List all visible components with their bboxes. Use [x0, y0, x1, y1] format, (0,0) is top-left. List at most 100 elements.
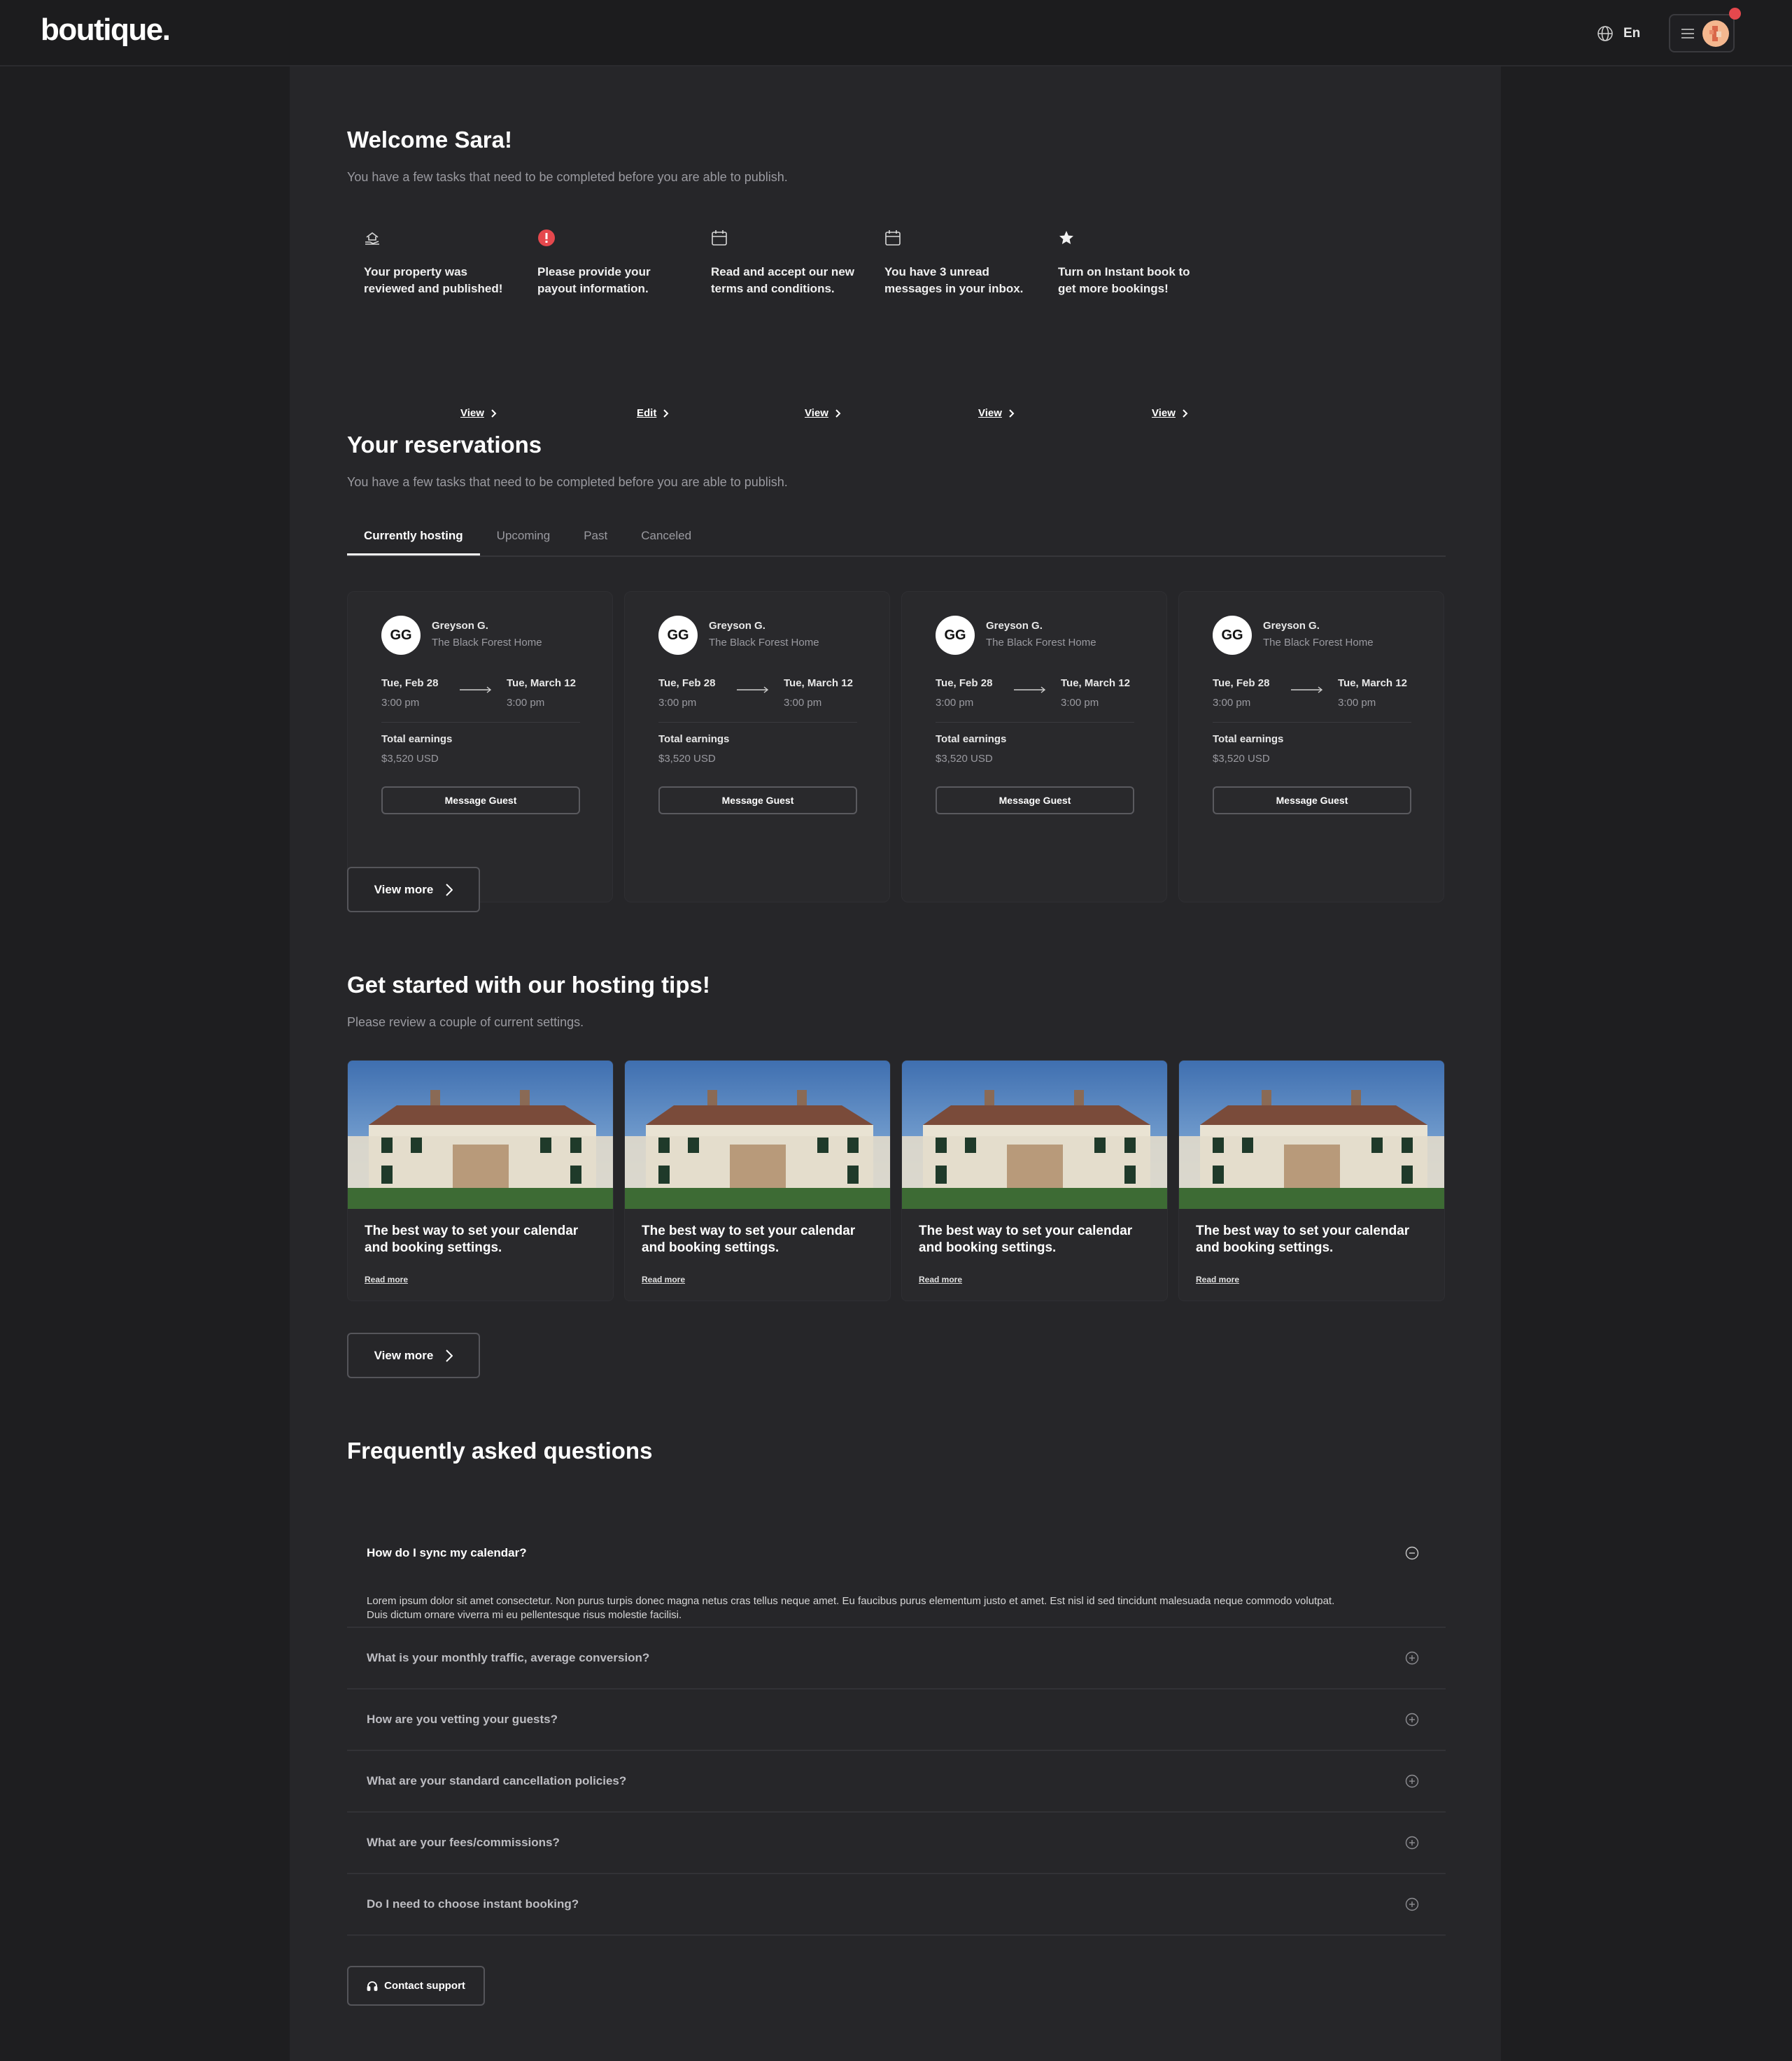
- house-photo: [625, 1061, 890, 1209]
- faq-question[interactable]: Do I need to choose instant booking?: [367, 1897, 579, 1911]
- faq-answer: Lorem ipsum dolor sit amet consectetur. …: [367, 1595, 1335, 1621]
- checkout-time: 3:00 pm: [1338, 697, 1376, 709]
- task-edit-link[interactable]: Edit: [637, 407, 669, 419]
- faq-item[interactable]: What are your standard cancellation poli…: [347, 1751, 1446, 1813]
- earnings-value: $3,520 USD: [381, 753, 439, 765]
- plus-circle-icon[interactable]: [1405, 1713, 1419, 1727]
- welcome-title: Welcome Sara!: [347, 127, 512, 153]
- plus-circle-icon[interactable]: [1405, 1774, 1419, 1788]
- faq-question[interactable]: How do I sync my calendar?: [367, 1546, 527, 1560]
- checkout-date: Tue, March 12: [1061, 677, 1130, 689]
- language-label: En: [1623, 26, 1641, 41]
- calendar-icon: [885, 230, 901, 246]
- contact-support-button[interactable]: Contact support: [347, 1966, 485, 2006]
- checkin-date: Tue, Feb 28: [936, 677, 993, 689]
- checkout-time: 3:00 pm: [507, 697, 545, 709]
- plus-circle-icon[interactable]: [1405, 1897, 1419, 1911]
- checkout-date: Tue, March 12: [507, 677, 576, 689]
- checkin-date: Tue, Feb 28: [1213, 677, 1270, 689]
- faq-question[interactable]: What is your monthly traffic, average co…: [367, 1651, 649, 1665]
- tab-past[interactable]: Past: [567, 518, 624, 555]
- account-menu-button[interactable]: [1669, 14, 1735, 52]
- earnings-label: Total earnings: [658, 733, 730, 745]
- guest-avatar: GG: [1213, 616, 1252, 655]
- earnings-label: Total earnings: [381, 733, 453, 745]
- faq-question[interactable]: What are your standard cancellation poli…: [367, 1774, 626, 1788]
- earnings-value: $3,520 USD: [658, 753, 716, 765]
- earnings-value: $3,520 USD: [936, 753, 993, 765]
- tips-title: Get started with our hosting tips!: [347, 972, 710, 998]
- tab-currently-hosting[interactable]: Currently hosting: [347, 518, 480, 555]
- checkout-time: 3:00 pm: [784, 697, 822, 709]
- tip-card[interactable]: The best way to set your calendar and bo…: [624, 1060, 891, 1301]
- property-name: The Black Forest Home: [432, 637, 542, 649]
- read-more-link[interactable]: Read more: [919, 1275, 962, 1284]
- logo[interactable]: boutique.: [41, 13, 171, 48]
- arrow-right-icon: [737, 686, 769, 693]
- plus-circle-icon[interactable]: [1405, 1651, 1419, 1665]
- tip-card[interactable]: The best way to set your calendar and bo…: [901, 1060, 1168, 1301]
- faq-title: Frequently asked questions: [347, 1438, 653, 1464]
- divider: [1213, 722, 1411, 723]
- hand-house-icon: [365, 232, 379, 245]
- checkin-date: Tue, Feb 28: [381, 677, 439, 689]
- headset-icon: [367, 1981, 378, 1991]
- task-view-link[interactable]: View: [805, 407, 841, 419]
- task-view-link[interactable]: View: [460, 407, 497, 419]
- chevron-right-icon: [446, 883, 453, 896]
- star-icon: [1059, 231, 1073, 244]
- property-name: The Black Forest Home: [1263, 637, 1374, 649]
- task-card: Your property was reviewed and published…: [347, 227, 508, 419]
- arrow-right-icon: [1291, 686, 1323, 693]
- faq-item[interactable]: What are your fees/commissions?: [347, 1813, 1446, 1874]
- faq-item[interactable]: Do I need to choose instant booking?: [347, 1874, 1446, 1936]
- hamburger-icon: [1681, 28, 1694, 38]
- message-guest-button[interactable]: Message Guest: [381, 786, 580, 814]
- task-view-link[interactable]: View: [978, 407, 1015, 419]
- earnings-label: Total earnings: [936, 733, 1007, 745]
- chevron-right-icon: [1009, 409, 1015, 418]
- guest-name: Greyson G.: [1263, 620, 1320, 632]
- message-guest-button[interactable]: Message Guest: [1213, 786, 1411, 814]
- checkin-date: Tue, Feb 28: [658, 677, 716, 689]
- chevron-right-icon: [835, 409, 841, 418]
- minus-circle-icon[interactable]: [1405, 1546, 1419, 1560]
- reservation-card: GG Greyson G. The Black Forest Home Tue,…: [347, 591, 613, 902]
- main-panel: Welcome Sara! You have a few tasks that …: [290, 66, 1501, 2061]
- faq-question[interactable]: How are you vetting your guests?: [367, 1713, 558, 1727]
- house-photo: [1179, 1061, 1444, 1209]
- tab-upcoming[interactable]: Upcoming: [480, 518, 567, 555]
- tips-view-more-button[interactable]: View more: [347, 1333, 480, 1378]
- tip-card[interactable]: The best way to set your calendar and bo…: [1178, 1060, 1445, 1301]
- arrow-right-icon: [1014, 686, 1046, 693]
- plus-circle-icon[interactable]: [1405, 1836, 1419, 1850]
- reservations-subtitle: You have a few tasks that need to be com…: [347, 475, 788, 489]
- reservations-view-more-button[interactable]: View more: [347, 867, 480, 912]
- tips-subtitle: Please review a couple of current settin…: [347, 1015, 584, 1029]
- faq-item[interactable]: What is your monthly traffic, average co…: [347, 1628, 1446, 1690]
- tab-canceled[interactable]: Canceled: [624, 518, 708, 555]
- task-card: Turn on Instant book to get more booking…: [1041, 227, 1202, 419]
- checkout-date: Tue, March 12: [784, 677, 853, 689]
- tip-card[interactable]: The best way to set your calendar and bo…: [347, 1060, 614, 1301]
- checkout-time: 3:00 pm: [1061, 697, 1099, 709]
- property-name: The Black Forest Home: [709, 637, 819, 649]
- top-navigation: boutique. En: [0, 0, 1792, 66]
- reservations-title: Your reservations: [347, 432, 542, 458]
- reservation-card: GG Greyson G. The Black Forest Home Tue,…: [624, 591, 890, 902]
- guest-avatar: GG: [658, 616, 698, 655]
- faq-question[interactable]: What are your fees/commissions?: [367, 1836, 560, 1850]
- globe-icon: [1597, 26, 1613, 41]
- faq-item[interactable]: How are you vetting your guests?: [347, 1690, 1446, 1751]
- guest-name: Greyson G.: [986, 620, 1043, 632]
- task-view-link[interactable]: View: [1152, 407, 1188, 419]
- read-more-link[interactable]: Read more: [365, 1275, 408, 1284]
- language-selector[interactable]: En: [1597, 23, 1640, 44]
- message-guest-button[interactable]: Message Guest: [658, 786, 857, 814]
- message-guest-button[interactable]: Message Guest: [936, 786, 1134, 814]
- notification-dot: [1729, 8, 1741, 20]
- read-more-link[interactable]: Read more: [642, 1275, 685, 1284]
- read-more-link[interactable]: Read more: [1196, 1275, 1239, 1284]
- task-text: Your property was reviewed and published…: [364, 265, 503, 295]
- task-card: Read and accept our new terms and condit…: [694, 227, 855, 419]
